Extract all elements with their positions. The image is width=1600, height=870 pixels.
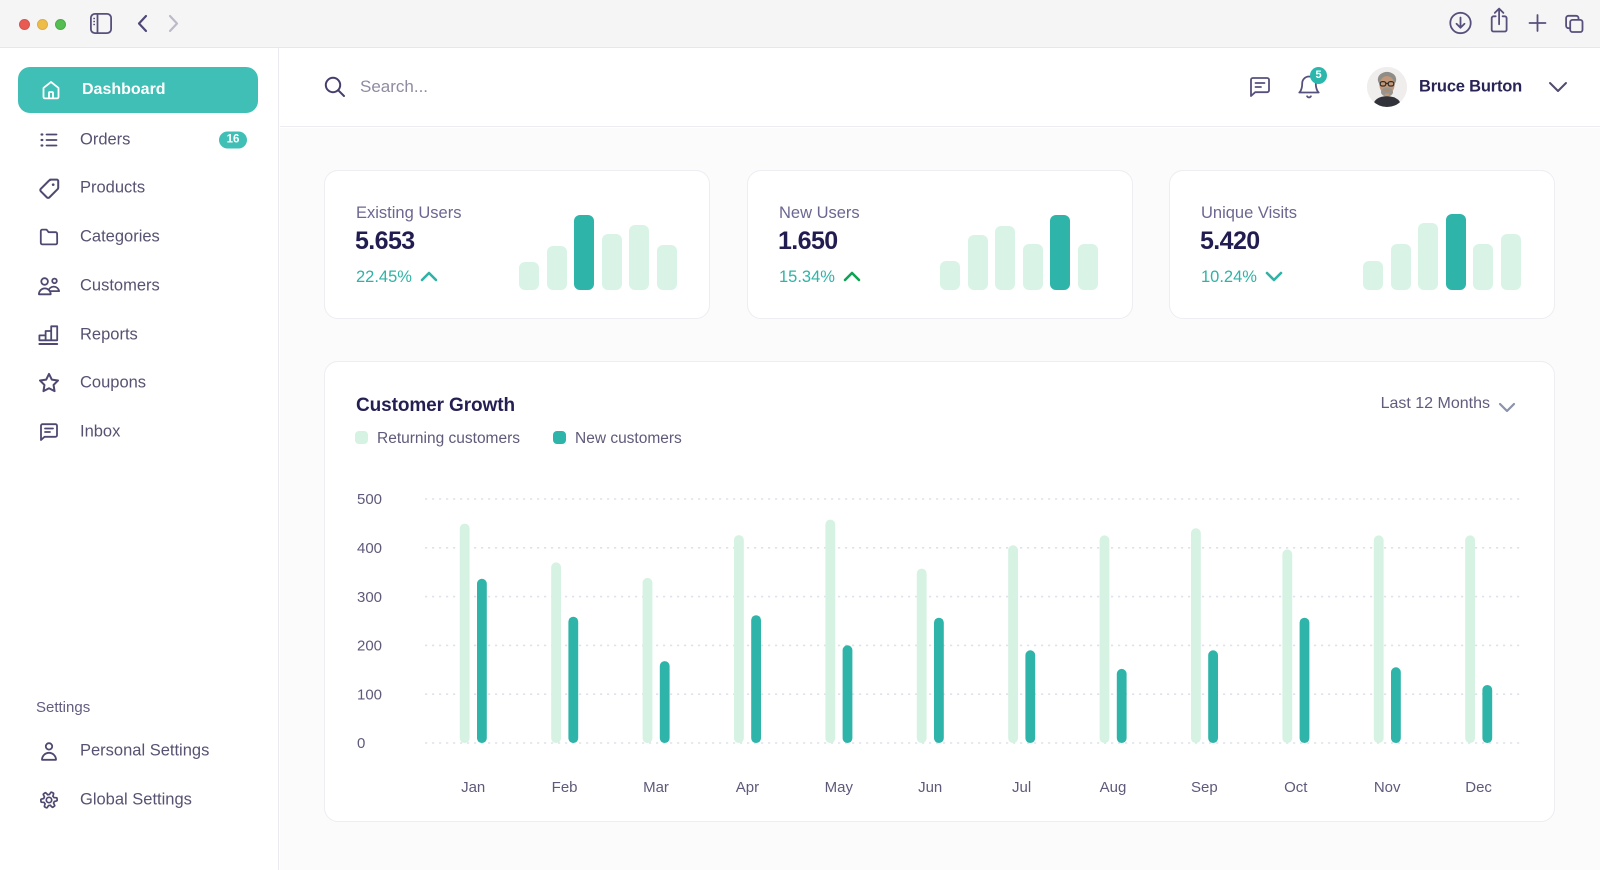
svg-text:Jul: Jul: [1012, 779, 1031, 796]
svg-text:Dec: Dec: [1465, 779, 1492, 796]
svg-text:0: 0: [357, 735, 365, 752]
svg-text:Jun: Jun: [918, 779, 942, 796]
svg-text:100: 100: [357, 686, 382, 703]
svg-text:500: 500: [357, 491, 382, 508]
svg-text:200: 200: [357, 638, 382, 655]
svg-text:Nov: Nov: [1374, 779, 1401, 796]
svg-text:May: May: [825, 779, 854, 796]
svg-text:Oct: Oct: [1284, 779, 1308, 796]
svg-text:Aug: Aug: [1100, 779, 1127, 796]
svg-text:300: 300: [357, 589, 382, 606]
svg-text:Jan: Jan: [461, 779, 485, 796]
svg-text:Apr: Apr: [736, 779, 759, 796]
svg-text:Sep: Sep: [1191, 779, 1218, 796]
svg-text:400: 400: [357, 540, 382, 557]
svg-text:Mar: Mar: [643, 779, 669, 796]
svg-text:Feb: Feb: [552, 779, 578, 796]
